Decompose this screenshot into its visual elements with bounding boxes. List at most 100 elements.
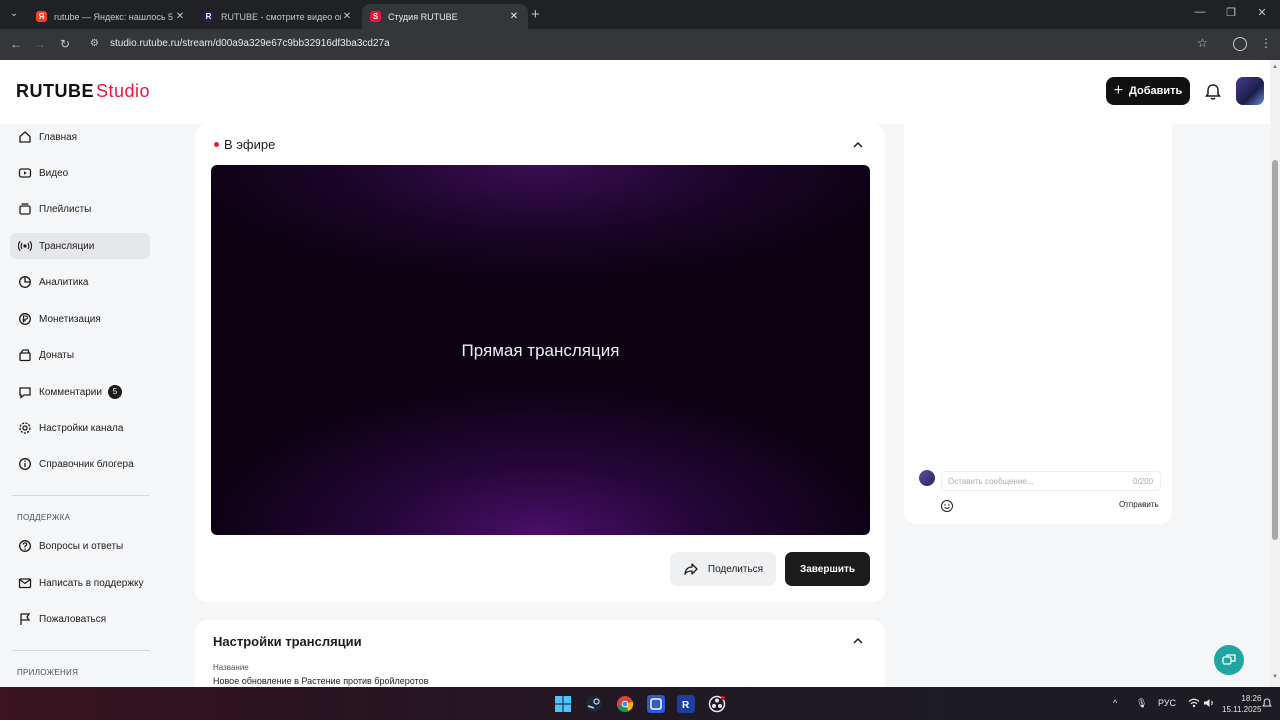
bookmark-star-icon[interactable]: ☆ <box>1197 36 1208 50</box>
close-tab-icon[interactable]: ✕ <box>508 11 520 22</box>
chat-send-button[interactable]: Отправить <box>1119 500 1159 509</box>
chat-message-input[interactable]: Оставить сообщение... <box>941 471 1161 491</box>
tab-title: rutube — Яндекс: нашлось 5 млн <box>54 11 174 22</box>
collapse-chevron-up-icon[interactable] <box>851 634 865 648</box>
wifi-icon[interactable] <box>1188 698 1200 710</box>
page-scrollbar[interactable]: ▲ ▼ <box>1270 60 1280 687</box>
ruble-icon <box>17 311 33 327</box>
notification-center-icon[interactable] <box>1261 698 1273 710</box>
emoji-icon[interactable] <box>940 499 954 513</box>
browser-toolbar: ← → ↻ ⚙ studio.rutube.ru/stream/d00a9a32… <box>0 29 1280 60</box>
sidebar-item-playlists[interactable]: Плейлисты <box>10 196 150 222</box>
broadcast-icon <box>17 238 33 254</box>
clock-date: 15.11.2025 <box>1222 705 1262 714</box>
site-info-icon[interactable]: ⚙ <box>90 38 99 49</box>
url-text: studio.rutube.ru/stream/d00a9a329e67c9bb… <box>110 38 390 49</box>
add-button-label: Добавить <box>1129 85 1183 97</box>
browser-tab-yandex[interactable]: Я rutube — Яндекс: нашлось 5 млн ✕ <box>28 4 194 29</box>
share-icon <box>684 563 698 575</box>
browser-tab-studio[interactable]: S Студия RUTUBE ✕ <box>362 4 528 29</box>
support-chat-icon <box>1222 654 1236 665</box>
notifications-bell-icon[interactable] <box>1203 82 1223 102</box>
rutube-studio-icon: S <box>370 11 381 22</box>
rutube-studio-logo[interactable]: RUTUBE Studio <box>16 81 150 102</box>
sidebar-divider <box>12 495 150 496</box>
forward-icon[interactable]: → <box>32 37 48 51</box>
tab-search-chevron-icon[interactable]: ⌄ <box>6 6 22 22</box>
profile-icon[interactable] <box>1233 37 1247 51</box>
sidebar-item-video[interactable]: Видео <box>10 160 150 186</box>
sidebar-item-label: Видео <box>39 167 69 179</box>
support-chat-button[interactable] <box>1214 645 1244 675</box>
yandex-icon: Я <box>36 11 47 22</box>
sidebar-item-broadcasts[interactable]: Трансляции <box>10 233 150 259</box>
add-button[interactable]: + Добавить <box>1106 77 1190 105</box>
sidebar-item-channel-settings[interactable]: Настройки канала <box>10 415 150 441</box>
flag-icon <box>17 611 33 627</box>
scroll-up-icon[interactable]: ▲ <box>1272 64 1278 70</box>
browser-tab-rutube[interactable]: R RUTUBE - смотрите видео онлайн ✕ <box>195 4 361 29</box>
sidebar-item-label: Монетизация <box>39 313 101 325</box>
sidebar-item-report[interactable]: Пожаловаться <box>10 606 150 632</box>
files-icon[interactable] <box>647 695 665 713</box>
share-button[interactable]: Поделиться <box>670 552 776 586</box>
close-tab-icon[interactable]: ✕ <box>341 11 353 22</box>
tab-title: Студия RUTUBE <box>388 11 458 22</box>
sidebar-item-blogger-guide[interactable]: Справочник блогера <box>10 451 150 477</box>
sidebar-item-contact-support[interactable]: Написать в поддержку <box>10 570 150 596</box>
stream-name-value[interactable]: Новое обновление в Растение против бройл… <box>213 676 428 686</box>
sidebar-item-label: Трансляции <box>39 240 95 252</box>
microphone-icon[interactable]: 🎙 <box>1136 698 1147 709</box>
sidebar-item-label: Справочник блогера <box>39 458 134 470</box>
reload-icon[interactable]: ↻ <box>57 37 73 51</box>
restore-icon[interactable]: ❐ <box>1216 6 1246 19</box>
finish-stream-button[interactable]: Завершить <box>785 552 870 586</box>
collapse-chevron-up-icon[interactable] <box>851 138 865 152</box>
taskbar-clock[interactable]: 18:26 15.11.2025 <box>1222 693 1261 715</box>
steam-icon[interactable] <box>585 695 603 713</box>
comments-count-badge: 5 <box>107 385 122 399</box>
live-indicator-dot <box>214 142 219 147</box>
sidebar-item-label: Донаты <box>39 349 75 361</box>
chrome-icon[interactable] <box>616 695 634 713</box>
live-status-label: В эфире <box>224 137 276 152</box>
obs-icon[interactable] <box>708 695 726 713</box>
stream-player[interactable]: Прямая трансляция <box>211 165 870 535</box>
stream-name-label: Название <box>213 663 249 672</box>
gear-icon <box>17 420 33 436</box>
live-stream-card: В эфире Прямая трансляция Поделиться Зав… <box>195 124 885 602</box>
sidebar-item-analytics[interactable]: Аналитика <box>10 269 150 295</box>
input-language[interactable]: РУС <box>1158 698 1176 708</box>
close-window-icon[interactable]: ✕ <box>1247 6 1277 19</box>
new-tab-icon[interactable]: + <box>531 6 540 23</box>
close-tab-icon[interactable]: ✕ <box>174 11 186 22</box>
sidebar-item-label: Главная <box>39 131 78 143</box>
clock-time: 18:26 <box>1241 694 1262 703</box>
sidebar-item-label: Комментарии <box>39 386 102 398</box>
back-icon[interactable]: ← <box>8 37 24 51</box>
sidebar-item-donations[interactable]: Донаты <box>10 342 150 368</box>
video-icon <box>17 165 33 181</box>
scrollbar-thumb[interactable] <box>1272 160 1278 540</box>
browser-menu-icon[interactable]: ⋮ <box>1260 36 1272 50</box>
settings-title: Настройки трансляции <box>213 634 362 649</box>
sidebar-item-home[interactable]: Главная <box>10 124 150 150</box>
sidebar-divider <box>12 650 150 651</box>
windows-start-icon[interactable] <box>554 695 572 713</box>
chat-char-counter: 0/200 <box>1133 477 1154 486</box>
rutube-app-icon[interactable]: R <box>677 695 695 713</box>
mail-icon <box>17 575 33 591</box>
tray-expand-icon[interactable]: ^ <box>1113 698 1117 708</box>
sidebar: Главная Видео Плейлисты Трансляции Анали… <box>0 124 170 687</box>
scroll-down-icon[interactable]: ▼ <box>1272 674 1278 680</box>
page: RUTUBE Studio + Добавить Главная Видео Пл… <box>0 60 1270 687</box>
sidebar-item-faq[interactable]: Вопросы и ответы <box>10 533 150 559</box>
address-bar[interactable]: ⚙ studio.rutube.ru/stream/d00a9a329e67c9… <box>84 32 1224 57</box>
sidebar-item-label: Настройки канала <box>39 422 124 434</box>
sidebar-item-comments[interactable]: Комментарии 5 <box>10 379 150 405</box>
user-avatar[interactable] <box>1236 77 1264 105</box>
minimize-icon[interactable]: — <box>1185 6 1215 18</box>
volume-icon[interactable] <box>1203 698 1215 710</box>
logo-studio-text: Studio <box>96 81 151 101</box>
sidebar-item-monetization[interactable]: Монетизация <box>10 306 150 332</box>
